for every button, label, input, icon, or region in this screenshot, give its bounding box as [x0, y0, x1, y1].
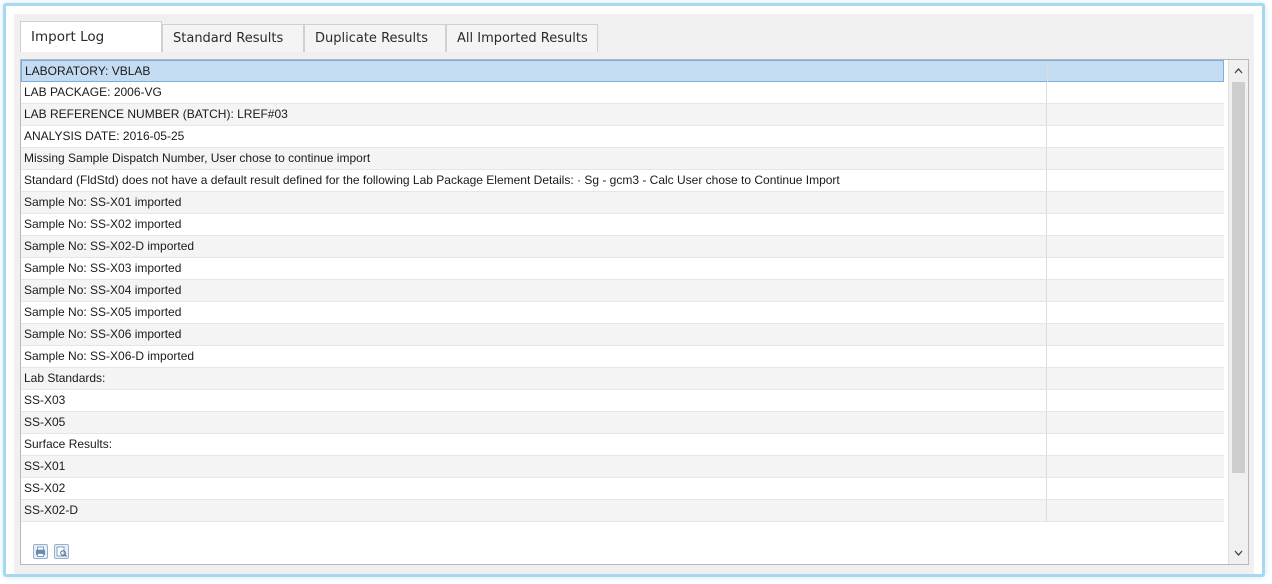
log-empty-cell: [1047, 324, 1224, 345]
log-message-cell: Sample No: SS-X06 imported: [21, 324, 1047, 345]
log-empty-cell: [1047, 368, 1224, 389]
log-message-cell: SS-X02-D: [21, 500, 1047, 521]
log-message-cell: Standard (FldStd) does not have a defaul…: [21, 170, 1047, 191]
log-message-cell: ANALYSIS DATE: 2016-05-25: [21, 126, 1047, 147]
log-row[interactable]: Sample No: SS-X02 imported: [21, 214, 1224, 236]
print-preview-icon: [56, 546, 67, 557]
tab-all-imported-results[interactable]: All Imported Results: [446, 24, 598, 52]
log-empty-cell: [1047, 192, 1224, 213]
print-icon: [36, 546, 45, 557]
import-log-grid[interactable]: LABORATORY: VBLAB LAB PACKAGE: 2006-VG LAB…: [21, 60, 1224, 530]
log-row[interactable]: Lab Standards:: [21, 368, 1224, 390]
log-row[interactable]: Standard (FldStd) does not have a defaul…: [21, 170, 1224, 192]
log-empty-cell: [1047, 280, 1224, 301]
log-row[interactable]: SS-X01: [21, 456, 1224, 478]
import-log-content: LABORATORY: VBLAB LAB PACKAGE: 2006-VG LAB…: [20, 59, 1249, 565]
import-results-panel: Import Log Standard Results Duplicate Re…: [14, 14, 1254, 574]
log-empty-cell: [1047, 390, 1224, 411]
scroll-track[interactable]: [1229, 82, 1248, 542]
log-empty-cell: [1048, 61, 1224, 82]
log-row[interactable]: Sample No: SS-X02-D imported: [21, 236, 1224, 258]
log-empty-cell: [1047, 258, 1224, 279]
tab-strip: Import Log Standard Results Duplicate Re…: [14, 21, 1254, 52]
log-message-cell: Sample No: SS-X03 imported: [21, 258, 1047, 279]
log-empty-cell: [1047, 302, 1224, 323]
log-message-cell: Sample No: SS-X05 imported: [21, 302, 1047, 323]
log-row[interactable]: Sample No: SS-X04 imported: [21, 280, 1224, 302]
log-row[interactable]: SS-X03: [21, 390, 1224, 412]
log-empty-cell: [1047, 170, 1224, 191]
log-message-cell: Sample No: SS-X06-D imported: [21, 346, 1047, 367]
scroll-down-button[interactable]: [1229, 544, 1248, 562]
log-row[interactable]: Sample No: SS-X01 imported: [21, 192, 1224, 214]
log-empty-cell: [1047, 236, 1224, 257]
log-row[interactable]: Sample No: SS-X06-D imported: [21, 346, 1224, 368]
log-empty-cell: [1047, 500, 1224, 521]
scroll-up-button[interactable]: [1229, 62, 1248, 80]
log-row[interactable]: Sample No: SS-X03 imported: [21, 258, 1224, 280]
log-empty-cell: [1047, 456, 1224, 477]
log-message-cell: LAB REFERENCE NUMBER (BATCH): LREF#03: [21, 104, 1047, 125]
log-row[interactable]: LAB PACKAGE: 2006-VG: [21, 82, 1224, 104]
log-row[interactable]: Sample No: SS-X05 imported: [21, 302, 1224, 324]
scroll-thumb[interactable]: [1232, 82, 1245, 473]
log-row[interactable]: SS-X05: [21, 412, 1224, 434]
log-empty-cell: [1047, 82, 1224, 103]
chevron-down-icon: [1234, 550, 1243, 556]
log-message-cell: SS-X05: [21, 412, 1047, 433]
log-message-cell: Lab Standards:: [21, 368, 1047, 389]
log-empty-cell: [1047, 148, 1224, 169]
log-message-cell: LAB PACKAGE: 2006-VG: [21, 82, 1047, 103]
print-button[interactable]: [33, 544, 48, 559]
log-message-cell: Sample No: SS-X02 imported: [21, 214, 1047, 235]
chevron-up-icon: [1234, 68, 1243, 74]
log-empty-cell: [1047, 434, 1224, 455]
log-message-cell: SS-X02: [21, 478, 1047, 499]
print-preview-button[interactable]: [54, 544, 69, 559]
log-toolbar: [21, 532, 1224, 564]
log-empty-cell: [1047, 214, 1224, 235]
log-row[interactable]: ANALYSIS DATE: 2016-05-25: [21, 126, 1224, 148]
log-row[interactable]: Surface Results:: [21, 434, 1224, 456]
log-message-cell: Surface Results:: [21, 434, 1047, 455]
log-message-cell: SS-X01: [21, 456, 1047, 477]
log-row[interactable]: Missing Sample Dispatch Number, User cho…: [21, 148, 1224, 170]
vertical-scrollbar[interactable]: [1228, 60, 1248, 564]
log-message-cell: Sample No: SS-X04 imported: [21, 280, 1047, 301]
log-row[interactable]: SS-X02-D: [21, 500, 1224, 522]
log-message-cell: Sample No: SS-X02-D imported: [21, 236, 1047, 257]
tab-import-log[interactable]: Import Log: [20, 21, 162, 52]
log-row[interactable]: Sample No: SS-X06 imported: [21, 324, 1224, 346]
log-empty-cell: [1047, 126, 1224, 147]
tab-duplicate-results[interactable]: Duplicate Results: [304, 24, 446, 52]
log-message-cell: Missing Sample Dispatch Number, User cho…: [21, 148, 1047, 169]
log-empty-cell: [1047, 412, 1224, 433]
log-message-cell: Sample No: SS-X01 imported: [21, 192, 1047, 213]
log-message-cell: LABORATORY: VBLAB: [22, 61, 1048, 82]
log-empty-cell: [1047, 104, 1224, 125]
tab-standard-results[interactable]: Standard Results: [162, 24, 304, 52]
log-row[interactable]: SS-X02: [21, 478, 1224, 500]
log-empty-cell: [1047, 478, 1224, 499]
log-message-cell: SS-X03: [21, 390, 1047, 411]
log-row[interactable]: LAB REFERENCE NUMBER (BATCH): LREF#03: [21, 104, 1224, 126]
log-empty-cell: [1047, 346, 1224, 367]
log-row-selected[interactable]: LABORATORY: VBLAB: [21, 60, 1224, 82]
